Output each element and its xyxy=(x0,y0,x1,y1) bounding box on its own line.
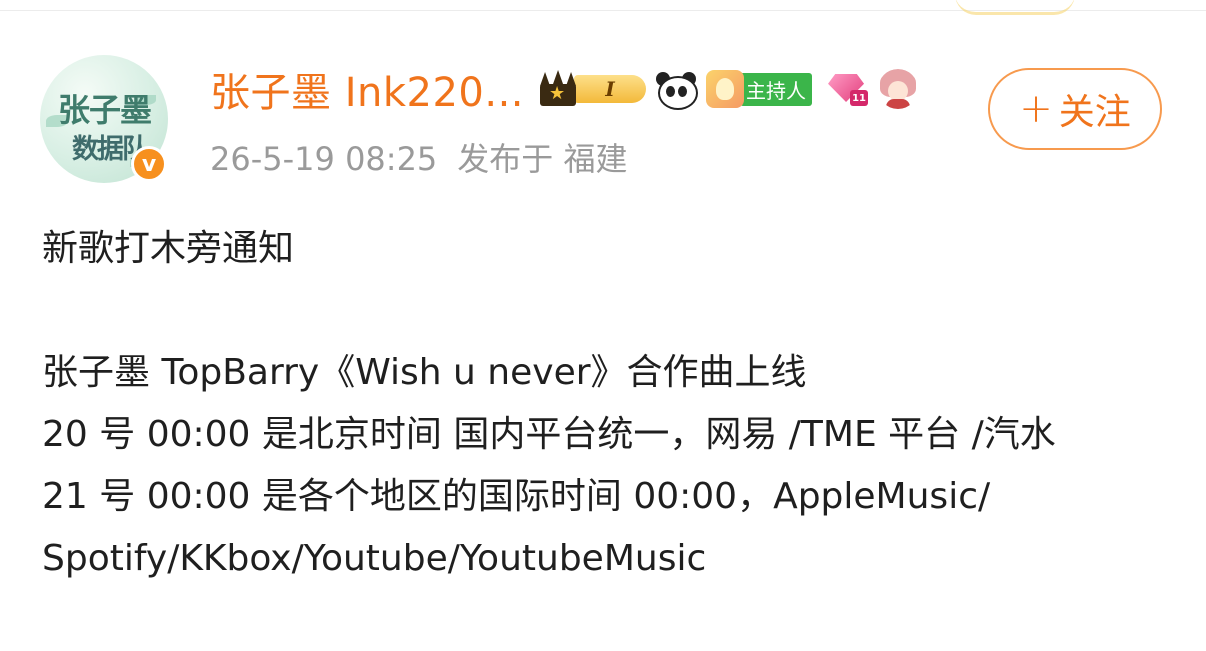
gem-level: 11 xyxy=(850,90,869,106)
anime-girl-icon[interactable] xyxy=(878,69,919,109)
diamond-gem-icon[interactable]: 11 xyxy=(826,72,870,106)
girl-face xyxy=(888,81,909,101)
post-line: 21 号 00:00 是各个地区的国际时间 00:00，AppleMusic/ … xyxy=(42,476,1002,579)
post-meta: 26-5-19 08:25 发布于 福建 xyxy=(210,134,627,180)
panda-eye xyxy=(666,86,676,97)
crown-spike xyxy=(553,70,564,84)
post-timestamp: 26-5-19 08:25 xyxy=(210,140,438,178)
post-line: 张子墨 TopBarry《Wish u never》合作曲上线 xyxy=(42,352,807,393)
post-line: 20 号 00:00 是北京时间 国内平台统一，网易 /TME 平台 /汽水 xyxy=(42,414,1056,455)
username[interactable]: 张子墨 Ink220... xyxy=(210,60,524,118)
star-icon: ★ xyxy=(549,83,566,104)
host-badge[interactable]: 主持人 xyxy=(706,70,813,108)
host-avatar-icon xyxy=(706,70,745,108)
level-badge: I xyxy=(574,75,647,103)
crown-icon: ★ xyxy=(538,70,578,106)
vip-badge[interactable]: ★ I xyxy=(538,70,647,107)
follow-label: 关注 xyxy=(1058,92,1131,133)
panda-eye xyxy=(678,86,688,97)
post-location: 发布于 福建 xyxy=(457,140,628,178)
girl-body xyxy=(886,99,911,109)
post-title: 新歌打木旁通知 xyxy=(42,228,295,269)
host-badge-label: 主持人 xyxy=(740,72,813,106)
post-body: 新歌打木旁通知 张子墨 TopBarry《Wish u never》合作曲上线 … xyxy=(42,218,1182,590)
author-row: 张子墨 Ink220... ★ I 主持人 11 xyxy=(210,64,919,116)
top-decoration xyxy=(955,0,1075,15)
avatar-text-top: 张子墨 xyxy=(58,91,152,129)
plus-icon: + xyxy=(1019,86,1053,132)
panda-icon[interactable] xyxy=(654,70,699,110)
verified-v-icon: v xyxy=(131,146,167,182)
follow-button[interactable]: + 关注 xyxy=(988,68,1162,150)
